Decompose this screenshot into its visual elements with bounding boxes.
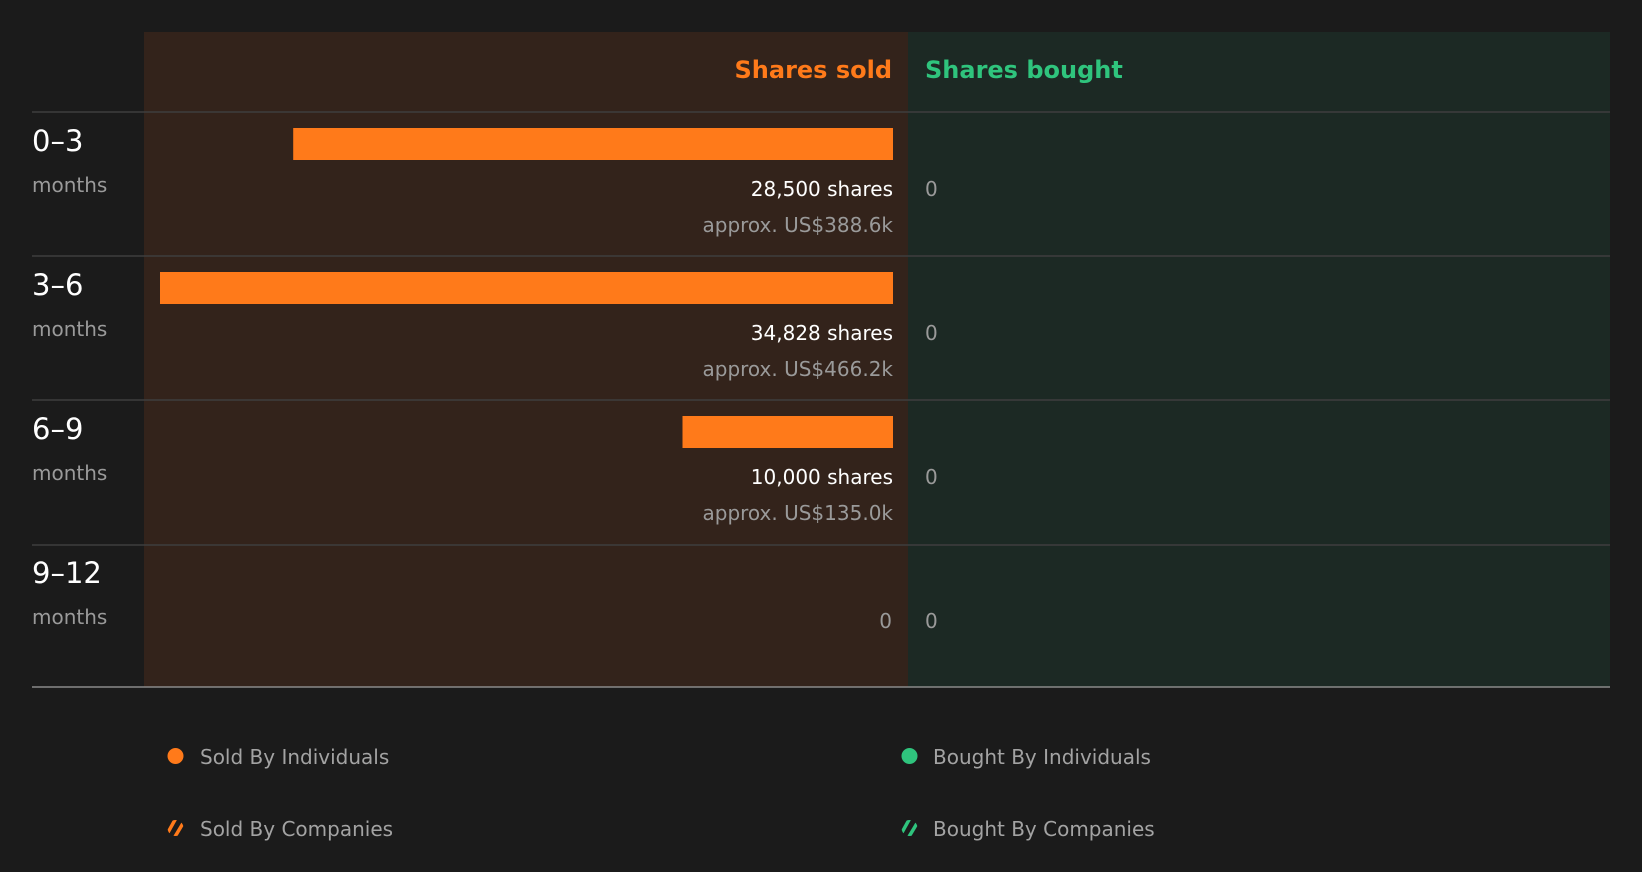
legend-label: Sold By Companies [200,817,393,841]
row-unit-label: months [32,461,107,485]
sold-usd-value: approx. US$466.2k [703,357,894,381]
sold-bar [293,128,893,160]
striped-dot-icon [901,820,918,836]
legend-label: Bought By Companies [933,817,1155,841]
shares-bought-header: Shares bought [925,56,1123,84]
sold-bar [160,272,893,304]
bought-value: 0 [925,465,938,489]
row-range-label: 6–9 [32,412,83,446]
dot-icon [901,748,918,764]
insider-trading-chart: Shares sold Shares bought 0–3 months 28,… [32,32,1610,841]
shares-bought-panel [908,32,1610,687]
legend-item-bought-by-companies: Bought By Companies [901,817,1155,841]
legend-item-bought-by-individuals: Bought By Individuals [901,745,1151,769]
dot-icon [167,748,184,764]
sold-shares-value: 0 [879,609,892,633]
row-unit-label: months [32,605,107,629]
row-unit-label: months [32,317,107,341]
striped-dot-icon [167,820,184,836]
row-range-label: 3–6 [32,268,83,302]
sold-usd-value: approx. US$135.0k [703,501,894,525]
legend-item-sold-by-individuals: Sold By Individuals [167,745,389,769]
bought-value: 0 [925,321,938,345]
sold-bar [682,416,893,448]
sold-shares-value: 28,500 shares [751,177,893,201]
legend: Sold By Individuals Bought By Individual… [167,745,1155,841]
bought-value: 0 [925,177,938,201]
sold-shares-value: 34,828 shares [751,321,893,345]
row-range-label: 9–12 [32,556,102,590]
shares-sold-header: Shares sold [735,56,893,84]
sold-shares-value: 10,000 shares [751,465,893,489]
legend-label: Sold By Individuals [200,745,389,769]
row-unit-label: months [32,173,107,197]
legend-item-sold-by-companies: Sold By Companies [167,817,393,841]
legend-label: Bought By Individuals [933,745,1151,769]
bought-value: 0 [925,609,938,633]
sold-usd-value: approx. US$388.6k [703,213,894,237]
row-range-label: 0–3 [32,124,83,158]
